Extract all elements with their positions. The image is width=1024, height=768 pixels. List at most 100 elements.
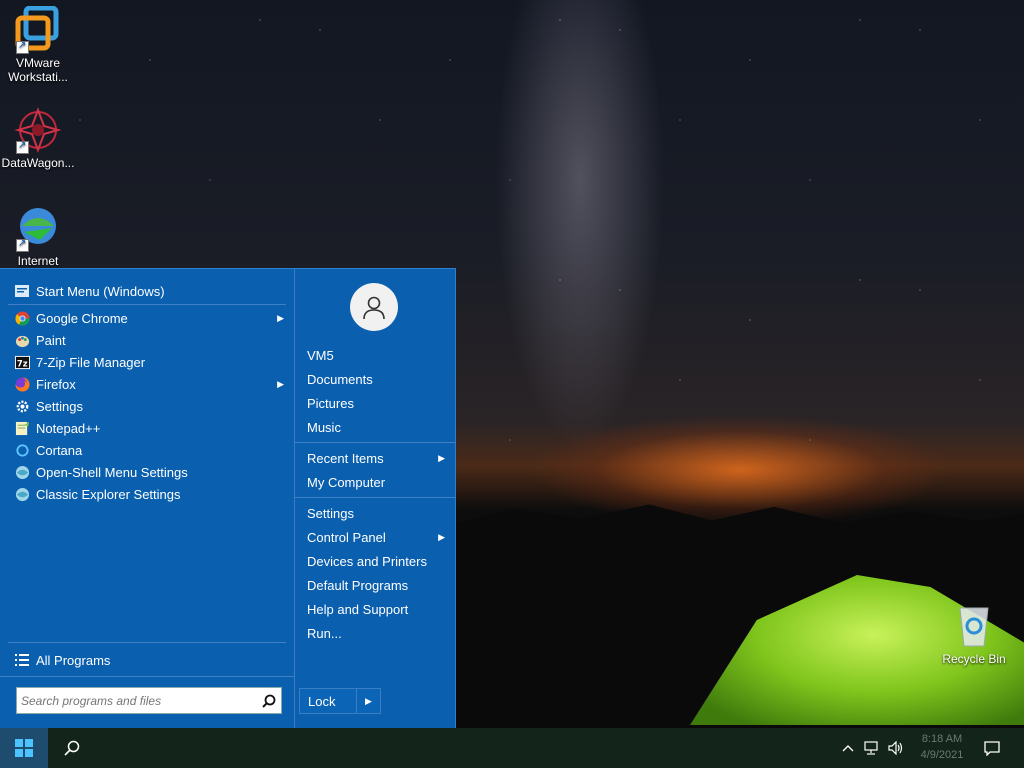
program-label: Cortana bbox=[36, 442, 83, 458]
action-center-button[interactable] bbox=[980, 736, 1004, 760]
all-programs-label: All Programs bbox=[36, 652, 111, 668]
desktop-icon-label: Recycle Bin bbox=[942, 652, 1006, 666]
desktop-icon-vmware[interactable]: VMware Workstati... bbox=[0, 5, 76, 84]
taskbar-search-button[interactable] bbox=[48, 728, 96, 768]
desktop-icon-internet[interactable]: Internet bbox=[0, 204, 76, 268]
user-avatar[interactable] bbox=[350, 283, 398, 331]
program-item-settings[interactable]: Settings bbox=[6, 395, 286, 417]
program-label: Firefox bbox=[36, 376, 76, 392]
place-item-user[interactable]: VM5 bbox=[307, 344, 447, 366]
shell-icon bbox=[14, 486, 30, 502]
place-item-default-programs[interactable]: Default Programs bbox=[307, 574, 447, 596]
place-label: Pictures bbox=[307, 395, 354, 411]
search-icon bbox=[64, 740, 80, 756]
cortana-icon bbox=[14, 442, 30, 458]
place-label: Devices and Printers bbox=[307, 553, 427, 569]
program-label: Settings bbox=[36, 398, 83, 414]
desktop-icon-label: VMware Workstati... bbox=[8, 56, 68, 84]
place-label: Documents bbox=[307, 371, 373, 387]
place-label: My Computer bbox=[307, 474, 386, 490]
program-item-notepadpp[interactable]: Notepad++ bbox=[6, 417, 286, 439]
volume-icon[interactable] bbox=[886, 738, 906, 758]
shell-icon bbox=[14, 464, 30, 480]
divider bbox=[295, 497, 456, 498]
search-box[interactable] bbox=[16, 687, 282, 714]
svg-text:7z: 7z bbox=[16, 358, 27, 368]
start-menu-places-pane: VM5 Documents Pictures Music Recent Item… bbox=[294, 269, 456, 729]
gear-icon bbox=[14, 398, 30, 414]
place-item-devices-printers[interactable]: Devices and Printers bbox=[307, 550, 447, 572]
lock-label: Lock bbox=[308, 693, 336, 709]
program-item-open-shell-settings[interactable]: Open-Shell Menu Settings bbox=[6, 461, 286, 483]
user-icon bbox=[363, 296, 385, 320]
program-item-chrome[interactable]: Google Chrome ▶ bbox=[6, 307, 286, 329]
desktop-icon-label: Internet bbox=[17, 254, 59, 268]
notepad-icon bbox=[14, 420, 30, 436]
chevron-right-icon: ▶ bbox=[365, 695, 372, 706]
desktop-icon-datawagon[interactable]: DataWagon... bbox=[0, 106, 76, 170]
divider bbox=[8, 304, 286, 305]
program-label: 7-Zip File Manager bbox=[36, 354, 146, 370]
windows-logo-icon bbox=[15, 739, 33, 757]
place-item-run[interactable]: Run... bbox=[307, 622, 447, 644]
vmware-icon bbox=[14, 5, 62, 54]
place-item-recent-items[interactable]: Recent Items ▶ bbox=[307, 447, 447, 469]
place-label: Help and Support bbox=[307, 601, 409, 617]
submenu-arrow-icon: ▶ bbox=[438, 531, 445, 542]
place-item-pictures[interactable]: Pictures bbox=[307, 392, 447, 414]
start-menu-programs-pane: Start Menu (Windows) Google Chrome ▶ Pai… bbox=[0, 269, 294, 729]
submenu-arrow-icon: ▶ bbox=[277, 378, 284, 389]
search-input[interactable] bbox=[21, 689, 257, 712]
internet-download-manager-icon bbox=[14, 204, 62, 252]
place-label: Music bbox=[307, 419, 341, 435]
start-button[interactable] bbox=[0, 728, 48, 768]
place-label: Settings bbox=[307, 505, 354, 521]
clock-date: 4/9/2021 bbox=[920, 749, 964, 761]
place-item-control-panel[interactable]: Control Panel ▶ bbox=[307, 526, 447, 548]
place-item-music[interactable]: Music bbox=[307, 416, 447, 438]
place-item-documents[interactable]: Documents bbox=[307, 368, 447, 390]
place-label: Recent Items bbox=[307, 450, 384, 466]
start-menu-header-item[interactable]: Start Menu (Windows) bbox=[6, 280, 286, 302]
program-item-classic-explorer-settings[interactable]: Classic Explorer Settings bbox=[6, 483, 286, 505]
program-item-firefox[interactable]: Firefox ▶ bbox=[6, 373, 286, 395]
submenu-arrow-icon: ▶ bbox=[277, 312, 284, 323]
start-menu: Start Menu (Windows) Google Chrome ▶ Pai… bbox=[0, 268, 456, 729]
program-label: Open-Shell Menu Settings bbox=[36, 464, 188, 480]
tray-overflow-chevron-up-icon[interactable] bbox=[838, 738, 858, 758]
recycle-bin-icon bbox=[950, 602, 998, 650]
place-label: Run... bbox=[307, 625, 342, 641]
place-item-help-support[interactable]: Help and Support bbox=[307, 598, 447, 620]
program-item-7zip[interactable]: 7z 7-Zip File Manager bbox=[6, 351, 286, 373]
place-item-settings[interactable]: Settings bbox=[307, 502, 447, 524]
submenu-arrow-icon: ▶ bbox=[438, 452, 445, 463]
lock-options-button[interactable]: ▶ bbox=[357, 688, 381, 714]
desktop-icon-label: DataWagon... bbox=[1, 156, 75, 170]
place-item-my-computer[interactable]: My Computer bbox=[307, 471, 447, 493]
place-label: Default Programs bbox=[307, 577, 409, 593]
divider bbox=[0, 676, 294, 677]
program-label: Paint bbox=[36, 332, 66, 348]
clock-time: 8:18 AM bbox=[921, 733, 963, 745]
list-icon bbox=[14, 652, 30, 668]
program-label: Classic Explorer Settings bbox=[36, 486, 181, 502]
all-programs-button[interactable]: All Programs bbox=[6, 649, 286, 671]
7zip-icon: 7z bbox=[14, 354, 30, 370]
taskbar-clock[interactable]: 8:18 AM 4/9/2021 bbox=[912, 731, 972, 763]
divider bbox=[295, 442, 456, 443]
program-item-cortana[interactable]: Cortana bbox=[6, 439, 286, 461]
search-icon[interactable] bbox=[257, 689, 281, 713]
place-label: VM5 bbox=[307, 347, 334, 363]
paint-icon bbox=[14, 332, 30, 348]
chrome-icon bbox=[14, 310, 30, 326]
place-label: Control Panel bbox=[307, 529, 386, 545]
datawagon-icon bbox=[14, 106, 62, 154]
firefox-icon bbox=[14, 376, 30, 392]
divider bbox=[8, 642, 286, 643]
lock-button[interactable]: Lock bbox=[299, 688, 357, 714]
network-icon[interactable] bbox=[862, 738, 882, 758]
program-label: Notepad++ bbox=[36, 420, 101, 436]
desktop-icon-recycle-bin[interactable]: Recycle Bin bbox=[936, 602, 1012, 666]
program-label: Google Chrome bbox=[36, 310, 128, 326]
program-item-paint[interactable]: Paint bbox=[6, 329, 286, 351]
